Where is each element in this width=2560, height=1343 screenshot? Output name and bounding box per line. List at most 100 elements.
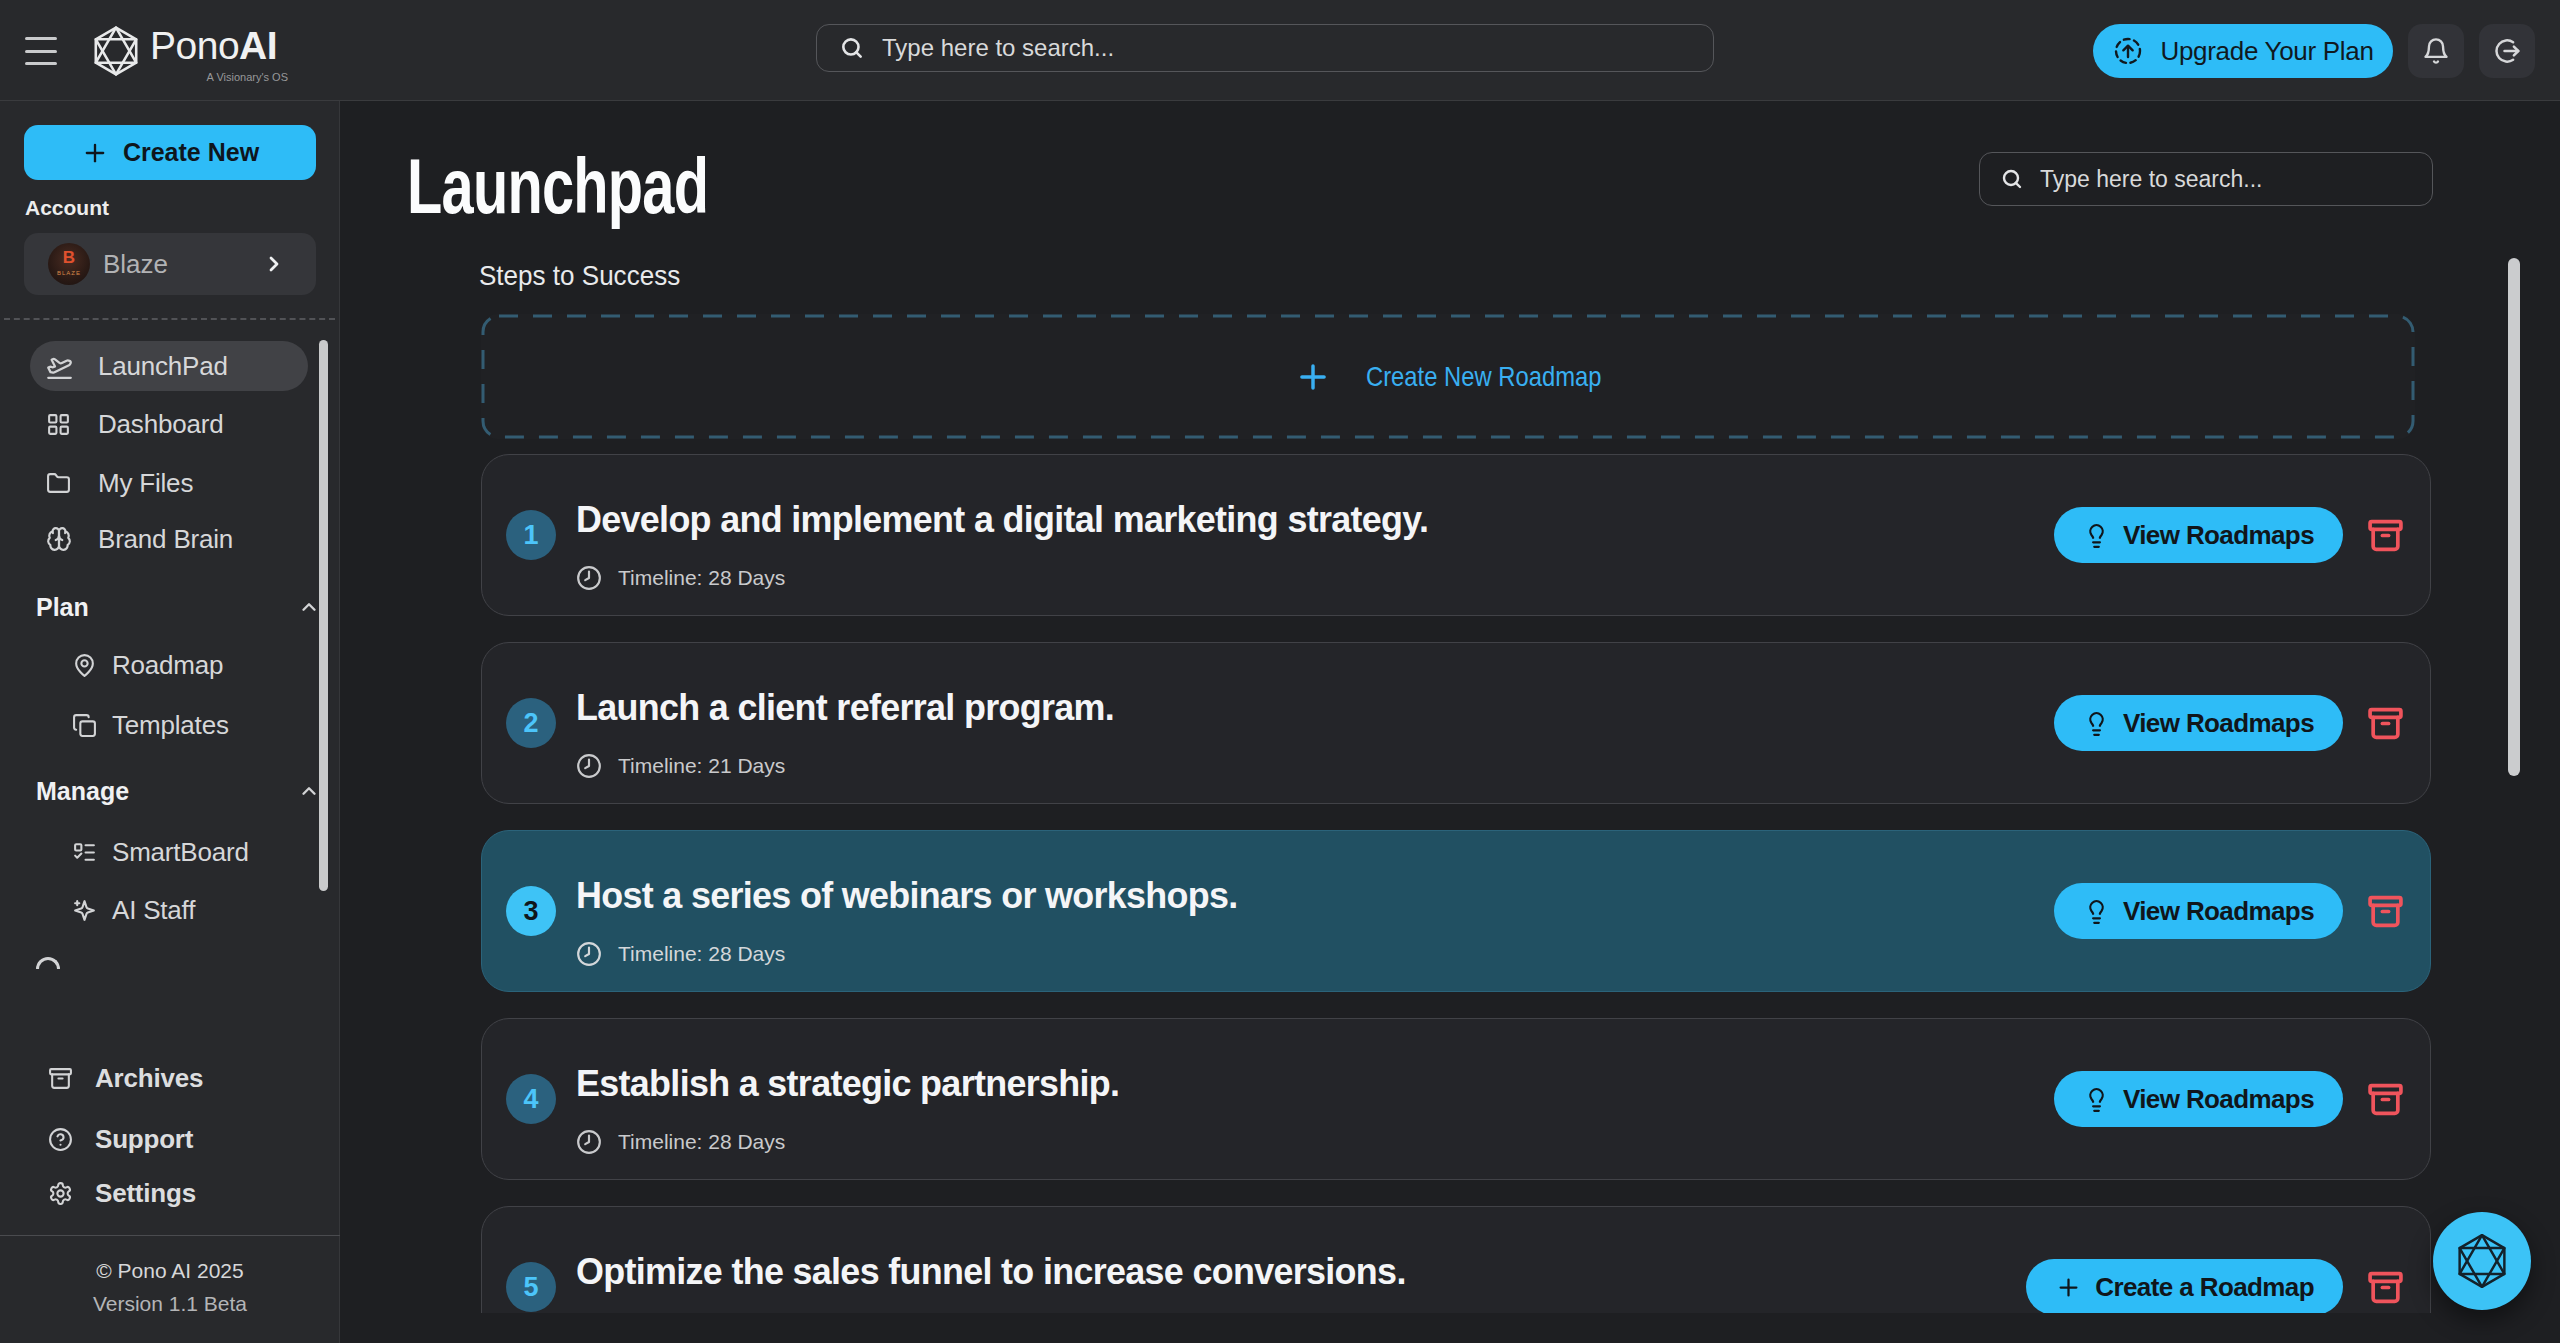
dashboard-icon bbox=[46, 412, 71, 437]
version-text: Version 1.1 Beta bbox=[0, 1292, 340, 1316]
brain-icon bbox=[46, 526, 72, 552]
view-roadmaps-button[interactable]: View Roadmaps bbox=[2054, 507, 2343, 563]
sidebar-item-launchpad[interactable]: LaunchPad bbox=[0, 341, 332, 391]
archive-step-button[interactable] bbox=[2367, 893, 2404, 930]
sidebar-item-smartboard[interactable]: SmartBoard bbox=[0, 827, 332, 877]
bell-icon bbox=[2422, 37, 2450, 65]
sidebar-item-roadmap[interactable]: Roadmap bbox=[0, 640, 332, 690]
plus-icon bbox=[81, 139, 109, 167]
step-title: Launch a client referral program. bbox=[576, 687, 1114, 729]
sparkles-icon bbox=[72, 898, 97, 923]
step-number-badge: 5 bbox=[506, 1262, 556, 1312]
step-number-badge: 3 bbox=[506, 886, 556, 936]
hamburger-menu-icon[interactable] bbox=[25, 37, 57, 65]
page-title: Launchpad bbox=[407, 141, 708, 232]
sidebar-item-archives[interactable]: Archives bbox=[0, 1053, 332, 1103]
sidebar-item-settings[interactable]: Settings bbox=[0, 1168, 332, 1218]
floating-assistant-button[interactable] bbox=[2433, 1212, 2531, 1310]
main-content: Launchpad Steps to Success Create New Ro… bbox=[341, 102, 2560, 1343]
step-timeline: Timeline: 28 Days bbox=[618, 942, 785, 966]
brand-name: PonoAI bbox=[150, 24, 277, 68]
content-search[interactable] bbox=[1979, 152, 2433, 206]
step-row-2[interactable]: 2 Launch a client referral program. Time… bbox=[481, 642, 2431, 804]
content-scrollbar[interactable] bbox=[2508, 258, 2520, 776]
sidebar-item-ai-staff[interactable]: AI Staff bbox=[0, 885, 332, 935]
search-icon bbox=[839, 35, 865, 61]
plane-takeoff-icon bbox=[46, 353, 73, 380]
archive-step-button[interactable] bbox=[2367, 705, 2404, 742]
archive-step-button[interactable] bbox=[2367, 1081, 2404, 1118]
topbar-search-input[interactable] bbox=[882, 34, 1662, 62]
copyright-text: © Pono AI 2025 bbox=[0, 1259, 340, 1283]
create-a-roadmap-button[interactable]: Create a Roadmap bbox=[2026, 1259, 2343, 1313]
chevron-right-icon bbox=[262, 252, 286, 276]
search-icon bbox=[2000, 167, 2024, 191]
lightbulb-icon bbox=[2083, 1086, 2110, 1113]
chevron-up-icon bbox=[298, 780, 320, 802]
topbar-search[interactable] bbox=[816, 24, 1714, 72]
upgrade-plan-button[interactable]: Upgrade Your Plan bbox=[2093, 24, 2393, 78]
view-roadmaps-button[interactable]: View Roadmaps bbox=[2054, 883, 2343, 939]
map-pin-icon bbox=[72, 653, 97, 678]
logout-button[interactable] bbox=[2479, 24, 2535, 78]
lightbulb-icon bbox=[2083, 898, 2110, 925]
step-timeline: Timeline: 28 Days bbox=[618, 566, 785, 590]
topbar: PonoAI A Visionary's OS Upgrade Your Pla… bbox=[0, 0, 2560, 101]
clipped-section-icon bbox=[36, 957, 60, 969]
notifications-button[interactable] bbox=[2408, 24, 2464, 78]
archive-step-button[interactable] bbox=[2367, 517, 2404, 554]
help-circle-icon bbox=[48, 1127, 73, 1152]
create-new-button[interactable]: Create New bbox=[24, 125, 316, 180]
view-roadmaps-button[interactable]: View Roadmaps bbox=[2054, 1071, 2343, 1127]
clock-icon bbox=[576, 1129, 602, 1155]
polyhedron-icon bbox=[2451, 1230, 2513, 1292]
sidebar-item-templates[interactable]: Templates bbox=[0, 700, 332, 750]
create-new-roadmap-button[interactable]: Create New Roadmap bbox=[481, 314, 2415, 439]
step-number-badge: 2 bbox=[506, 698, 556, 748]
content-search-input[interactable] bbox=[2040, 166, 2380, 193]
clock-icon bbox=[576, 565, 602, 591]
step-number-badge: 1 bbox=[506, 510, 556, 560]
account-section-label: Account bbox=[25, 196, 109, 220]
archive-icon bbox=[48, 1066, 73, 1091]
view-roadmaps-button[interactable]: View Roadmaps bbox=[2054, 695, 2343, 751]
list-todo-icon bbox=[72, 840, 97, 865]
step-row-5[interactable]: 5 Optimize the sales funnel to increase … bbox=[481, 1206, 2431, 1313]
chevron-up-icon bbox=[298, 596, 320, 618]
lightbulb-icon bbox=[2083, 522, 2110, 549]
gear-icon bbox=[48, 1181, 73, 1206]
ponoai-logo-icon bbox=[88, 23, 144, 79]
account-name: Blaze bbox=[103, 249, 168, 280]
step-title: Optimize the sales funnel to increase co… bbox=[576, 1251, 1406, 1293]
sidebar-item-support[interactable]: Support bbox=[0, 1114, 332, 1164]
logout-icon bbox=[2492, 36, 2522, 66]
lightbulb-icon bbox=[2083, 710, 2110, 737]
sidebar-footer-divider bbox=[0, 1235, 340, 1236]
brand-tagline: A Visionary's OS bbox=[150, 71, 288, 83]
step-row-3-highlighted[interactable]: 3 Host a series of webinars or workshops… bbox=[481, 830, 2431, 992]
section-plan[interactable]: Plan bbox=[0, 582, 332, 632]
folder-icon bbox=[46, 471, 71, 496]
sidebar-scrollbar[interactable] bbox=[319, 340, 328, 891]
sidebar-item-my-files[interactable]: My Files bbox=[0, 458, 332, 508]
steps-list: 1 Develop and implement a digital market… bbox=[481, 454, 2431, 1313]
plus-icon bbox=[2055, 1274, 2082, 1301]
sidebar-dashed-divider bbox=[4, 318, 335, 320]
archive-step-button[interactable] bbox=[2367, 1269, 2404, 1306]
step-timeline: Timeline: 28 Days bbox=[618, 1130, 785, 1154]
step-title: Develop and implement a digital marketin… bbox=[576, 499, 1428, 541]
step-row-1[interactable]: 1 Develop and implement a digital market… bbox=[481, 454, 2431, 616]
steps-section-title: Steps to Success bbox=[479, 260, 680, 292]
sidebar-item-dashboard[interactable]: Dashboard bbox=[0, 399, 332, 449]
step-timeline: Timeline: 21 Days bbox=[618, 754, 785, 778]
sidebar: Create New Account BBLAZE Blaze LaunchPa… bbox=[0, 101, 340, 1343]
account-selector[interactable]: BBLAZE Blaze bbox=[24, 233, 316, 295]
step-number-badge: 4 bbox=[506, 1074, 556, 1124]
clock-icon bbox=[576, 753, 602, 779]
sidebar-item-brand-brain[interactable]: Brand Brain bbox=[0, 514, 332, 564]
copy-icon bbox=[72, 713, 97, 738]
section-manage[interactable]: Manage bbox=[0, 766, 332, 816]
upgrade-icon bbox=[2112, 35, 2144, 67]
step-title: Host a series of webinars or workshops. bbox=[576, 875, 1238, 917]
step-row-4[interactable]: 4 Establish a strategic partnership. Tim… bbox=[481, 1018, 2431, 1180]
